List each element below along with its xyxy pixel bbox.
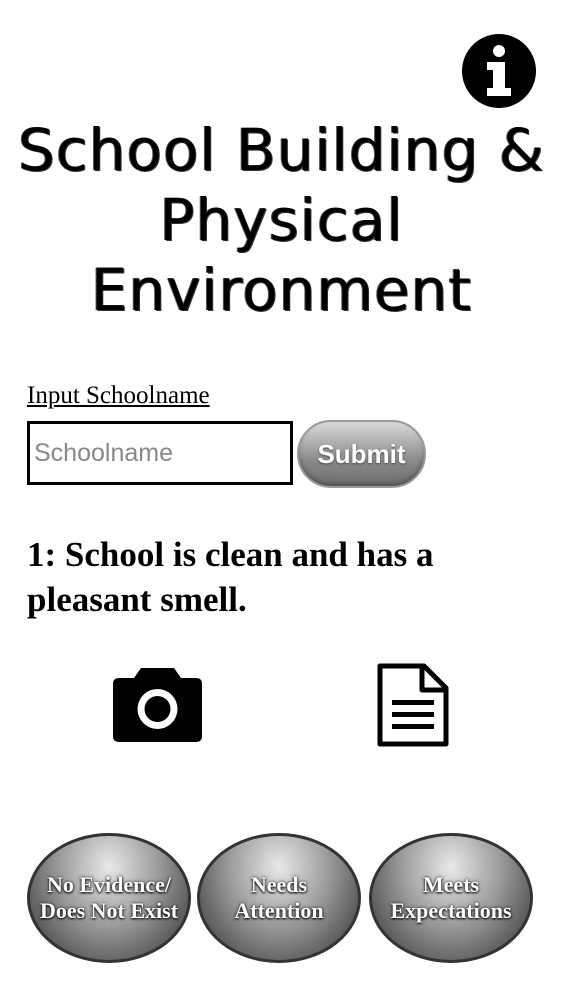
- rating-label: Meets Expectations: [390, 872, 512, 923]
- camera-icon[interactable]: [111, 664, 204, 742]
- schoolname-input[interactable]: [27, 421, 293, 485]
- info-icon: [487, 45, 511, 96]
- rating-no-evidence-button[interactable]: No Evidence/ Does Not Exist: [27, 833, 191, 963]
- question-text: 1: School is clean and has a pleasant sm…: [27, 535, 434, 619]
- schoolname-label: Input Schoolname: [27, 382, 210, 409]
- document-icon[interactable]: [376, 662, 450, 748]
- info-button[interactable]: [462, 34, 536, 108]
- page-title: School Building & Physical Environment: [18, 116, 545, 324]
- rating-label: No Evidence/ Does Not Exist: [39, 872, 179, 923]
- rating-meets-expectations-button[interactable]: Meets Expectations: [369, 833, 533, 963]
- rating-needs-attention-button[interactable]: Needs Attention: [197, 833, 361, 963]
- submit-button[interactable]: Submit: [297, 420, 426, 488]
- rating-label: Needs Attention: [234, 872, 324, 923]
